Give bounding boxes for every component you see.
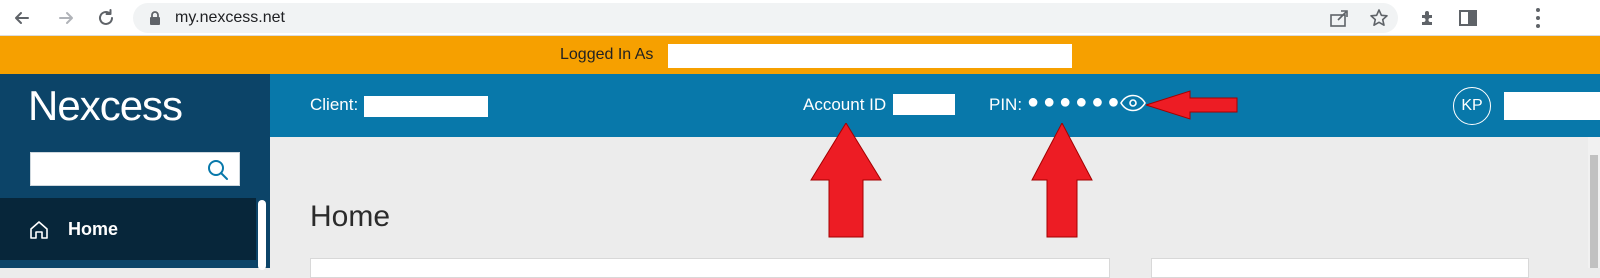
scroll-thumb[interactable]: [1590, 155, 1598, 268]
sidebar-scrollbar[interactable]: [258, 200, 266, 270]
page-title: Home: [310, 200, 391, 233]
redacted-account-id: [893, 94, 955, 115]
annotation-arrow-up: [1031, 123, 1093, 238]
forward-arrow-icon[interactable]: [52, 4, 80, 32]
redacted-user-name: [1504, 92, 1600, 120]
search-icon[interactable]: [207, 159, 229, 186]
logged-in-label: Logged In As: [560, 46, 654, 63]
annotation-arrow-up: [810, 123, 882, 238]
sidebar-item-home[interactable]: Home: [0, 198, 256, 260]
back-arrow-icon[interactable]: [8, 4, 36, 32]
account-id-label: Account ID: [803, 95, 887, 114]
sidebar-icon[interactable]: [1458, 8, 1478, 33]
content-card: [1151, 258, 1529, 278]
client-label: Client:: [310, 95, 359, 114]
eye-icon[interactable]: [1120, 94, 1146, 117]
search-input[interactable]: [37, 153, 197, 183]
annotation-arrow-left: [1146, 90, 1238, 120]
extensions-icon[interactable]: [1418, 8, 1438, 33]
pin-masked-value: ●●●●●●: [1027, 91, 1124, 113]
menu-icon[interactable]: [1535, 7, 1541, 34]
star-icon[interactable]: [1369, 8, 1389, 33]
redacted-username: [668, 44, 1072, 68]
browser-toolbar: my.nexcess.net: [0, 0, 1600, 36]
redacted-client-name: [364, 96, 488, 117]
address-bar[interactable]: my.nexcess.net: [133, 3, 1398, 33]
share-icon[interactable]: [1329, 9, 1349, 32]
sidebar-item-label: Home: [68, 219, 119, 239]
avatar[interactable]: KP: [1453, 87, 1491, 125]
nexcess-logo[interactable]: Nexcess: [28, 82, 183, 130]
home-icon: [28, 219, 50, 246]
main-content: Home: [270, 137, 1600, 278]
reload-icon[interactable]: [92, 4, 120, 32]
pin-label: PIN:: [989, 95, 1023, 114]
lock-icon[interactable]: [149, 11, 161, 31]
url-text[interactable]: my.nexcess.net: [175, 9, 285, 27]
sidebar: Nexcess Home: [0, 74, 270, 270]
impersonation-banner: Logged In As: [0, 36, 1600, 74]
sidebar-search[interactable]: [30, 152, 240, 186]
content-card: [310, 258, 1110, 278]
main-scrollbar[interactable]: [1588, 137, 1600, 268]
account-header: Client: Account ID PIN: ●●●●●● KP: [270, 74, 1600, 137]
